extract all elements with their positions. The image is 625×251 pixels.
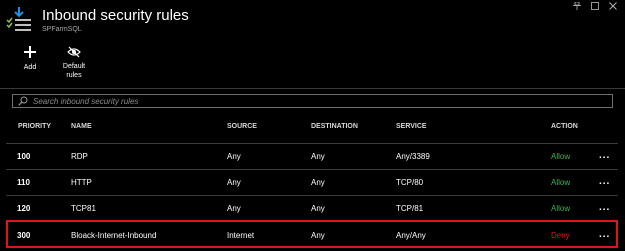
cell-destination: Any <box>311 178 325 187</box>
search-icon <box>18 96 28 106</box>
add-button[interactable]: Add <box>18 45 42 72</box>
more-options-button[interactable]: ... <box>599 229 610 240</box>
column-header-service[interactable]: SERVICE <box>396 123 427 130</box>
eye-slash-icon <box>67 46 81 58</box>
cell-source: Any <box>227 152 241 161</box>
page-subtitle: SPFarmSQL <box>42 26 82 33</box>
cell-name: HTTP <box>71 178 92 187</box>
table-row[interactable]: 120 TCP81 Any Any TCP/81 Allow ... <box>6 195 618 220</box>
close-icon[interactable] <box>609 2 617 10</box>
cell-priority: 300 <box>17 231 31 240</box>
column-header-action[interactable]: ACTION <box>551 123 578 130</box>
cell-action: Allow <box>551 204 571 213</box>
column-header-source[interactable]: SOURCE <box>227 123 257 130</box>
cell-priority: 120 <box>17 204 31 213</box>
column-header-name[interactable]: NAME <box>71 123 92 130</box>
more-options-button[interactable]: ... <box>599 150 610 161</box>
cell-destination: Any <box>311 231 325 240</box>
cell-action: Allow <box>551 152 571 161</box>
cell-service: TCP/81 <box>396 204 424 213</box>
cell-name: Bloack-Internet-Inbound <box>71 231 157 240</box>
maximize-icon[interactable] <box>591 2 599 10</box>
default-rules-label-line1: Default <box>62 63 86 70</box>
search-box[interactable] <box>12 94 613 108</box>
default-rules-button[interactable]: Default rules <box>58 45 90 80</box>
cell-name: RDP <box>71 152 88 161</box>
cell-source: Internet <box>227 231 255 240</box>
cell-destination: Any <box>311 152 325 161</box>
default-rules-label-line2: rules <box>66 72 82 79</box>
more-options-button[interactable]: ... <box>599 176 610 187</box>
pin-icon[interactable] <box>573 2 581 10</box>
plus-icon <box>24 46 36 58</box>
table-row[interactable]: 100 RDP Any Any Any/3389 Allow ... <box>6 143 618 168</box>
cell-service: Any/3389 <box>396 152 430 161</box>
add-button-label: Add <box>23 64 37 71</box>
more-options-button[interactable]: ... <box>599 202 610 213</box>
column-header-priority[interactable]: PRIORITY <box>18 123 51 130</box>
cell-action: Allow <box>551 178 571 187</box>
search-input[interactable] <box>33 95 603 107</box>
cell-service: Any/Any <box>396 231 426 240</box>
cell-priority: 110 <box>17 178 30 187</box>
cell-service: TCP/80 <box>396 178 424 187</box>
download-list-icon <box>6 7 31 31</box>
cell-name: TCP81 <box>71 204 96 213</box>
column-header-destination[interactable]: DESTINATION <box>311 123 358 130</box>
table-row[interactable]: 110 HTTP Any Any TCP/80 Allow ... <box>6 169 618 194</box>
page-title: Inbound security rules <box>42 7 189 24</box>
cell-destination: Any <box>311 204 325 213</box>
cell-action: Deny <box>551 231 570 240</box>
toolbar-divider <box>0 88 625 89</box>
cell-source: Any <box>227 178 241 187</box>
cell-priority: 100 <box>17 152 31 161</box>
table-row-highlighted[interactable]: 300 Bloack-Internet-Inbound Internet Any… <box>6 220 618 248</box>
cell-source: Any <box>227 204 241 213</box>
